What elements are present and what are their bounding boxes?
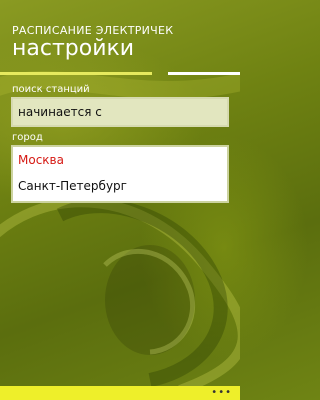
search-label: поиск станций	[12, 84, 90, 95]
pivot-indicator	[0, 72, 240, 76]
city-label: город	[12, 132, 43, 143]
city-list-picker[interactable]: Москва Санкт-Петербург	[11, 145, 229, 203]
city-option-moscow[interactable]: Москва	[13, 147, 227, 173]
search-mode-picker[interactable]: начинается с	[11, 97, 229, 127]
page-title: настройки	[12, 36, 135, 61]
city-option-saint-petersburg[interactable]: Санкт-Петербург	[13, 173, 227, 199]
pivot-indicator-active	[0, 72, 152, 75]
header: РАСПИСАНИЕ ЭЛЕКТРИЧЕК настройки	[12, 24, 173, 62]
pivot-indicator-next	[168, 72, 240, 75]
search-mode-value: начинается с	[18, 105, 102, 119]
more-options-icon[interactable]: •••	[211, 388, 232, 398]
app-bar: •••	[0, 386, 240, 400]
